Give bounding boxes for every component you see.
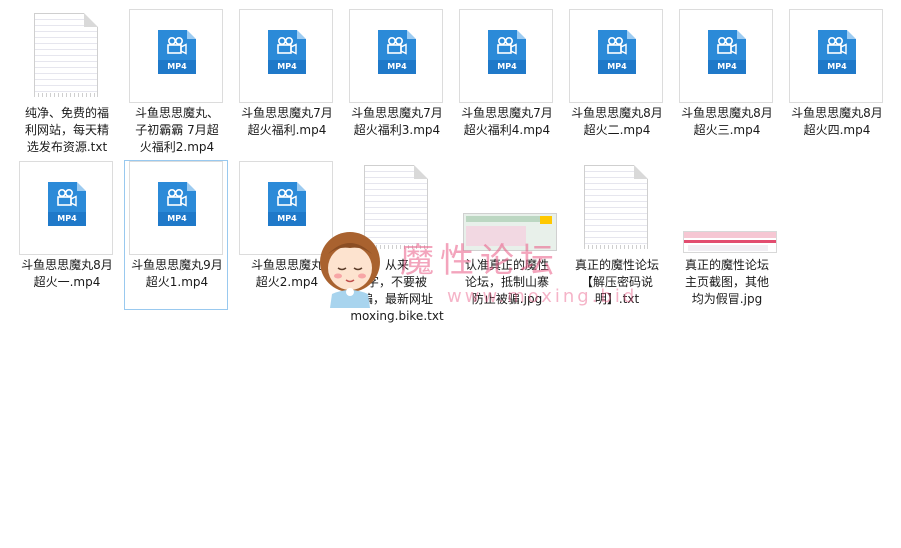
video-file-icon: MP4 — [268, 182, 306, 226]
file-name-line: 超火福利3.mp4 — [353, 123, 441, 137]
file-name-line: 超火二.mp4 — [583, 123, 651, 137]
file-name-line: 超火福利.mp4 — [247, 123, 327, 137]
file-name-line: 真正的魔性论坛 — [574, 258, 659, 272]
watermark-text: 魔性论坛 — [400, 241, 560, 281]
file-item[interactable]: 真正的魔性论坛 主页截图，其他 均为假冒.jpg — [674, 160, 778, 310]
file-name-line: 主页截图，其他 — [684, 275, 769, 289]
file-type-badge: MP4 — [708, 60, 746, 74]
file-name-line: 超火三.mp4 — [693, 123, 761, 137]
file-name-line: 纯净、免费的福 — [24, 106, 109, 120]
file-name-line: 斗鱼思思魔丸8月 — [681, 106, 773, 120]
file-type-badge: MP4 — [488, 60, 526, 74]
file-name-line: 斗鱼思思魔丸8月 — [571, 106, 663, 120]
file-name-line: 子初霸霸 7月超 — [135, 123, 219, 137]
file-thumbnail: MP4 — [239, 9, 333, 103]
file-type-badge: MP4 — [268, 60, 306, 74]
video-file-icon: MP4 — [598, 30, 636, 74]
video-file-icon: MP4 — [488, 30, 526, 74]
file-thumbnail: MP4 — [129, 161, 223, 255]
file-item[interactable]: MP4 斗鱼思思魔丸8月 超火一.mp4 — [14, 160, 118, 310]
file-thumbnail: MP4 — [569, 9, 663, 103]
file-type-badge: MP4 — [268, 212, 306, 226]
file-name-line: 斗鱼思思魔丸、 — [134, 106, 219, 120]
file-thumbnail — [679, 161, 777, 255]
file-thumbnail — [19, 9, 113, 103]
video-file-icon: MP4 — [48, 182, 86, 226]
file-thumbnail: MP4 — [679, 9, 773, 103]
video-file-icon: MP4 — [268, 30, 306, 74]
file-name-line: 斗鱼思思魔丸7月 — [351, 106, 443, 120]
file-thumbnail: MP4 — [789, 9, 883, 103]
file-name: 斗鱼思思魔丸7月 超火福利4.mp4 — [455, 105, 559, 139]
file-type-badge: MP4 — [598, 60, 636, 74]
file-name: 斗鱼思思魔丸8月 超火一.mp4 — [15, 257, 119, 291]
file-item[interactable]: MP4 斗鱼思思魔丸、 子初霸霸 7月超 火福利2.mp4 — [124, 8, 228, 158]
file-name: 斗鱼思思魔丸9月 超火1.mp4 — [125, 257, 229, 291]
file-name-line: 真正的魔性论坛 — [684, 258, 769, 272]
file-item[interactable]: 纯净、免费的福 利网站，每天精 选发布资源.txt — [14, 8, 118, 158]
file-item[interactable]: MP4 斗鱼思思魔丸8月 超火二.mp4 — [564, 8, 668, 158]
text-document-icon — [34, 13, 98, 97]
file-thumbnail: MP4 — [19, 161, 113, 255]
file-item[interactable]: MP4 斗鱼思思魔丸9月 超火1.mp4 — [124, 160, 228, 310]
file-name-line: moxing.bike.txt — [350, 309, 444, 323]
video-file-icon: MP4 — [818, 30, 856, 74]
file-name-line: 超火四.mp4 — [803, 123, 871, 137]
file-name-line: 超火一.mp4 — [33, 275, 101, 289]
file-thumbnail: MP4 — [349, 9, 443, 103]
file-name-line: 斗鱼思思魔丸8月 — [791, 106, 883, 120]
file-name: 真正的魔性论坛 主页截图，其他 均为假冒.jpg — [675, 257, 779, 308]
file-name: 斗鱼思思魔丸8月 超火四.mp4 — [785, 105, 889, 139]
file-name: 斗鱼思思魔丸7月 超火福利3.mp4 — [345, 105, 449, 139]
file-name-line: 斗鱼思思魔丸9月 — [131, 258, 223, 272]
file-name-line: 选发布资源.txt — [26, 140, 108, 154]
watermark-url: www.moxing.bid — [447, 286, 638, 307]
file-name-line: 超火1.mp4 — [145, 275, 209, 289]
video-file-icon: MP4 — [708, 30, 746, 74]
file-name-line: 斗鱼思思魔丸7月 — [461, 106, 553, 120]
file-name-line: 超火福利4.mp4 — [463, 123, 551, 137]
file-thumbnail: MP4 — [459, 9, 553, 103]
file-name: 斗鱼思思魔丸、 子初霸霸 7月超 火福利2.mp4 — [125, 105, 229, 156]
file-thumbnail — [569, 161, 663, 255]
file-name-line: 均为假冒.jpg — [691, 292, 763, 306]
file-type-badge: MP4 — [378, 60, 416, 74]
video-file-icon: MP4 — [158, 30, 196, 74]
file-name: 斗鱼思思魔丸7月 超火福利.mp4 — [235, 105, 339, 139]
file-name-line: 利网站，每天精 — [24, 123, 109, 137]
file-type-badge: MP4 — [158, 212, 196, 226]
file-item[interactable]: MP4 斗鱼思思魔丸8月 超火三.mp4 — [674, 8, 778, 158]
file-name-line: 火福利2.mp4 — [139, 140, 215, 154]
file-type-badge: MP4 — [818, 60, 856, 74]
file-name: 纯净、免费的福 利网站，每天精 选发布资源.txt — [15, 105, 119, 156]
file-name: 斗鱼思思魔丸8月 超火二.mp4 — [565, 105, 669, 139]
file-item[interactable]: MP4 斗鱼思思魔丸7月 超火福利3.mp4 — [344, 8, 448, 158]
file-name-line: 斗鱼思思魔丸7月 — [241, 106, 333, 120]
file-type-badge: MP4 — [158, 60, 196, 74]
video-file-icon: MP4 — [378, 30, 416, 74]
file-name: 斗鱼思思魔丸8月 超火三.mp4 — [675, 105, 779, 139]
cartoon-girl-watermark-icon — [312, 224, 388, 308]
video-file-icon: MP4 — [158, 182, 196, 226]
file-item[interactable]: MP4 斗鱼思思魔丸7月 超火福利4.mp4 — [454, 8, 558, 158]
image-preview-thumbnail — [683, 231, 777, 253]
file-item[interactable]: MP4 斗鱼思思魔丸7月 超火福利.mp4 — [234, 8, 338, 158]
file-type-badge: MP4 — [48, 212, 86, 226]
file-name-line: 斗鱼思思魔丸8月 — [21, 258, 113, 272]
file-thumbnail: MP4 — [129, 9, 223, 103]
file-item[interactable]: MP4 斗鱼思思魔丸8月 超火四.mp4 — [784, 8, 888, 158]
text-document-icon — [584, 165, 648, 249]
